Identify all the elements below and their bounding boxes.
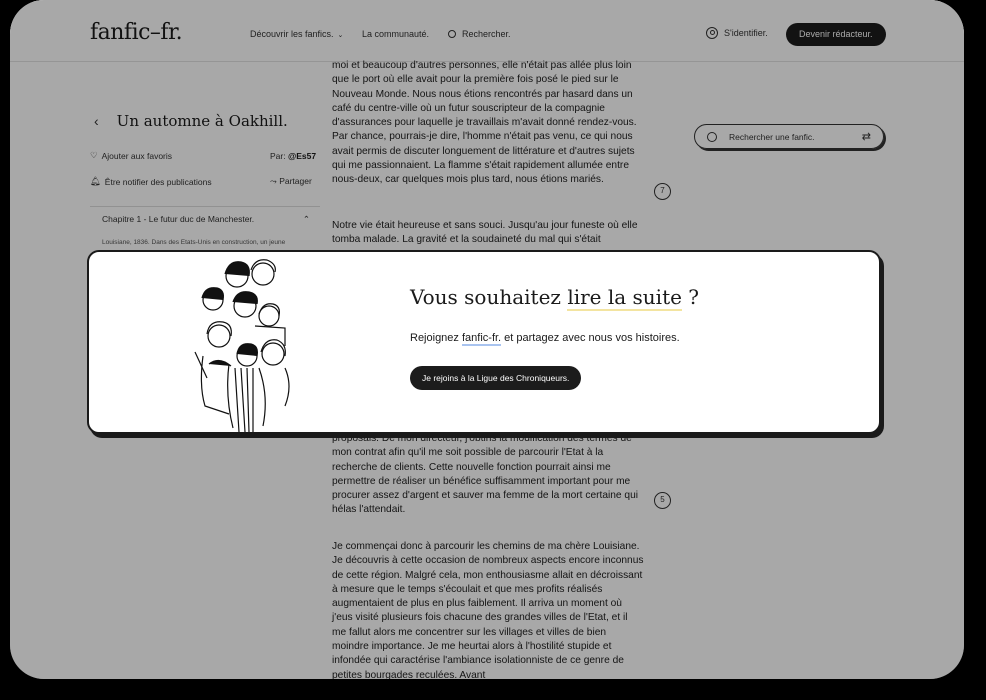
- browser-frame: fanfic–fr. Découvrir les fanfics. ⌄ La co…: [10, 0, 964, 679]
- characters-illustration: [194, 259, 290, 432]
- modal-title-prefix: Vous souhaitez: [410, 285, 568, 309]
- modal-text-brand: fanfic-fr.: [461, 332, 502, 346]
- modal-text-suffix: et partagez avec nous vos histoires.: [501, 332, 680, 344]
- signup-modal: Vous souhaitez lire la suite ? Rejoignez…: [87, 250, 881, 434]
- modal-text-prefix: Rejoignez: [410, 332, 462, 344]
- modal-title-suffix: ?: [681, 285, 700, 309]
- join-league-button[interactable]: Je rejoins à la Ligue des Chroniqueurs.: [410, 366, 582, 390]
- modal-description: Rejoignez fanfic-fr. et partagez avec no…: [410, 332, 680, 346]
- modal-title-highlight: lire la suite: [567, 285, 682, 311]
- modal-title: Vous souhaitez lire la suite ?: [410, 285, 700, 311]
